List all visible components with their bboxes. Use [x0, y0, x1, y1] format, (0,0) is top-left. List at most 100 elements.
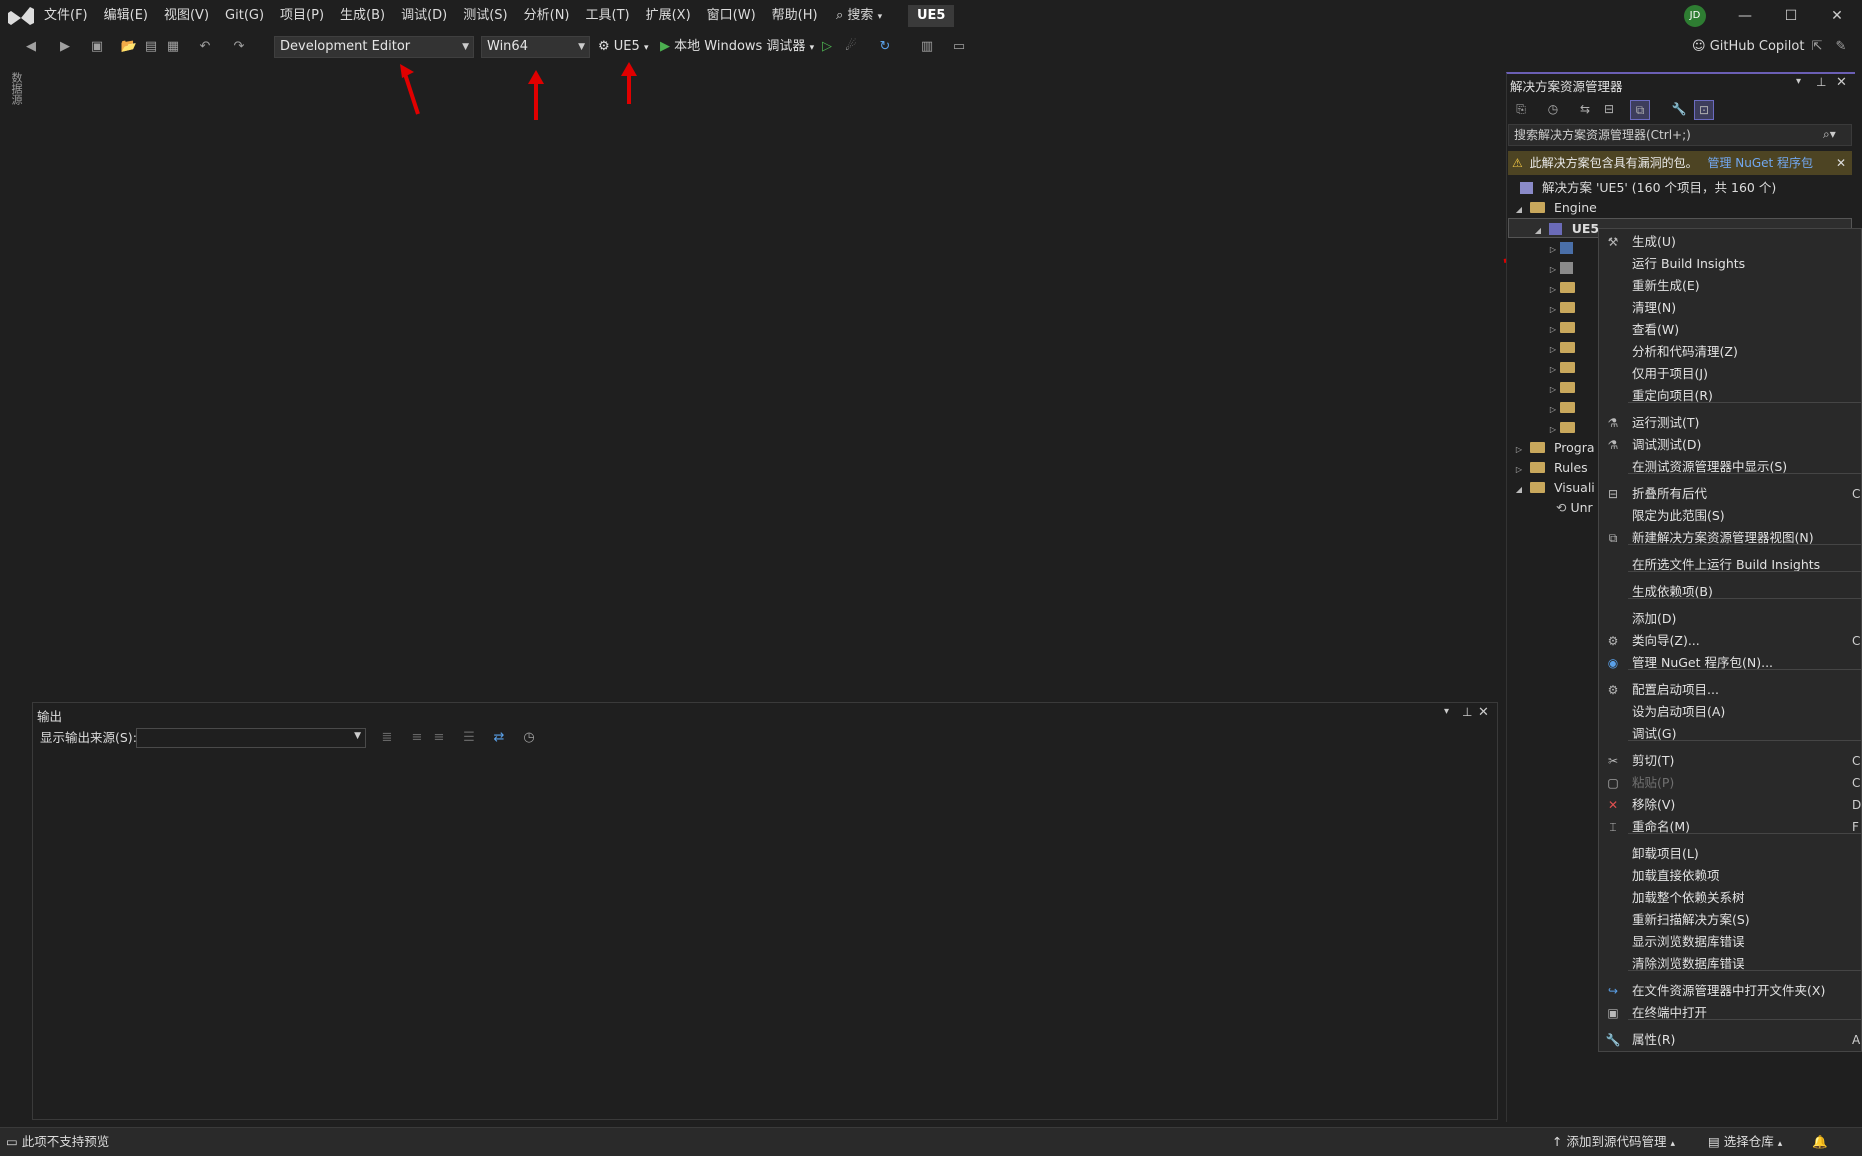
- collapsed-triangle-icon[interactable]: ▷: [1546, 380, 1560, 400]
- context-menu-item-23[interactable]: 粘贴(P): [1632, 773, 1674, 793]
- minimize-icon[interactable]: —: [1722, 0, 1768, 32]
- menu-tools[interactable]: 工具(T): [578, 0, 638, 32]
- context-menu-item-18[interactable]: 管理 NuGet 程序包(N)...: [1632, 653, 1773, 673]
- collapsed-triangle-icon[interactable]: ▷: [1546, 360, 1560, 380]
- context-menu-item-4[interactable]: 查看(W): [1632, 320, 1679, 340]
- context-menu-item-33[interactable]: 在终端中打开: [1632, 1003, 1707, 1023]
- tree-child-row[interactable]: ▷: [1546, 378, 1580, 398]
- platform-dropdown[interactable]: Win64 ▼: [481, 36, 590, 58]
- context-menu-item-26[interactable]: 卸载项目(L): [1632, 844, 1699, 864]
- tree-engine-folder[interactable]: ◢ Engine: [1512, 198, 1597, 218]
- context-menu-item-20[interactable]: 设为启动项目(A): [1632, 702, 1725, 722]
- context-menu-item-17[interactable]: 类向导(Z)...: [1632, 631, 1700, 651]
- close-icon[interactable]: ✕: [1836, 151, 1846, 175]
- prev-message-icon[interactable]: ≡: [408, 729, 426, 747]
- collapsed-triangle-icon[interactable]: ▷: [1546, 420, 1560, 440]
- properties-wrench-icon[interactable]: 🔧: [1670, 100, 1688, 118]
- next-message-icon[interactable]: ≡: [430, 729, 448, 747]
- expanded-triangle-icon[interactable]: ◢: [1512, 200, 1526, 220]
- context-menu-item-13[interactable]: 新建解决方案资源管理器视图(N): [1632, 528, 1814, 548]
- context-menu-item-32[interactable]: 在文件资源管理器中打开文件夹(X): [1632, 981, 1825, 1001]
- tree-child-row[interactable]: ▷: [1546, 278, 1580, 298]
- tree-child-row[interactable]: ▷: [1546, 298, 1580, 318]
- menu-test[interactable]: 测试(S): [455, 0, 515, 32]
- close-panel-icon[interactable]: ✕: [1836, 75, 1847, 90]
- clear-all-icon[interactable]: ☰: [460, 729, 478, 747]
- context-menu-item-9[interactable]: 调试测试(D): [1632, 435, 1701, 455]
- layout-icon[interactable]: ▭: [950, 38, 968, 56]
- collapse-all-icon[interactable]: ⊟: [1600, 100, 1618, 118]
- context-menu-item-14[interactable]: 在所选文件上运行 Build Insights: [1632, 555, 1820, 575]
- maximize-icon[interactable]: ☐: [1768, 0, 1814, 32]
- menu-window[interactable]: 窗口(W): [699, 0, 764, 32]
- solution-search-input[interactable]: 搜索解决方案资源管理器(Ctrl+;): [1508, 124, 1852, 146]
- menu-help[interactable]: 帮助(H): [764, 0, 826, 32]
- history-icon[interactable]: ◷: [1544, 100, 1562, 118]
- context-menu-item-5[interactable]: 分析和代码清理(Z): [1632, 342, 1738, 362]
- context-menu-item-22[interactable]: 剪切(T): [1632, 751, 1674, 771]
- add-source-control-button[interactable]: ↑ 添加到源代码管理 ▴: [1552, 1133, 1675, 1153]
- menu-extensions[interactable]: 扩展(X): [638, 0, 699, 32]
- browse-folder-icon[interactable]: ▥: [918, 38, 936, 56]
- context-menu-item-7[interactable]: 重定向项目(R): [1632, 386, 1713, 406]
- collapsed-triangle-icon[interactable]: ▷: [1546, 260, 1560, 280]
- context-menu-item-8[interactable]: 运行测试(T): [1632, 413, 1699, 433]
- collapsed-triangle-icon[interactable]: ▷: [1546, 340, 1560, 360]
- switch-views-icon[interactable]: ⎘: [1512, 100, 1530, 118]
- side-tab-data-sources[interactable]: 数据源: [8, 72, 24, 105]
- redo-icon[interactable]: ↷: [230, 38, 248, 56]
- menu-debug[interactable]: 调试(D): [393, 0, 455, 32]
- back-icon[interactable]: ◀: [22, 38, 40, 56]
- new-project-icon[interactable]: ▣: [88, 38, 106, 56]
- search-icon[interactable]: ⌕▾: [1823, 127, 1836, 142]
- context-menu-item-0[interactable]: 生成(U): [1632, 232, 1676, 252]
- collapsed-triangle-icon[interactable]: ▷: [1546, 280, 1560, 300]
- github-copilot-button[interactable]: ☺ GitHub Copilot: [1692, 36, 1804, 58]
- word-wrap-icon[interactable]: ⇄: [490, 729, 508, 747]
- expanded-triangle-icon[interactable]: ◢: [1531, 221, 1545, 241]
- tree-visualizers-folder[interactable]: ◢ Visuali: [1512, 478, 1595, 498]
- user-avatar[interactable]: JD: [1684, 5, 1706, 27]
- global-search-button[interactable]: ⌕ 搜索 ▾: [830, 5, 888, 27]
- context-menu-item-16[interactable]: 添加(D): [1632, 609, 1676, 629]
- collapsed-triangle-icon[interactable]: ▷: [1546, 320, 1560, 340]
- context-menu-item-1[interactable]: 运行 Build Insights: [1632, 254, 1745, 274]
- context-menu-item-24[interactable]: 移除(V): [1632, 795, 1675, 815]
- sync-icon[interactable]: ⇆: [1576, 100, 1594, 118]
- context-menu-item-28[interactable]: 加载整个依赖关系树: [1632, 888, 1745, 908]
- save-icon[interactable]: ▤: [142, 38, 160, 56]
- collapsed-triangle-icon[interactable]: ▷: [1512, 440, 1526, 460]
- start-debugging-button[interactable]: ▶ 本地 Windows 调试器 ▾: [660, 36, 814, 58]
- tree-child-row[interactable]: ▷: [1546, 258, 1578, 278]
- notifications-bell-icon[interactable]: 🔔: [1812, 1133, 1828, 1151]
- context-menu-item-30[interactable]: 显示浏览数据库错误: [1632, 932, 1745, 952]
- menu-build[interactable]: 生成(B): [332, 0, 393, 32]
- collapsed-triangle-icon[interactable]: ▷: [1546, 300, 1560, 320]
- show-all-files-icon[interactable]: ⧉: [1630, 100, 1650, 120]
- context-menu-item-34[interactable]: 属性(R): [1632, 1030, 1675, 1050]
- feedback-icon[interactable]: ✎: [1832, 38, 1850, 56]
- forward-icon[interactable]: ▶: [56, 38, 74, 56]
- output-source-dropdown[interactable]: ▼: [136, 728, 366, 748]
- context-menu-item-11[interactable]: 折叠所有后代: [1632, 484, 1707, 504]
- menu-git[interactable]: Git(G): [217, 0, 272, 32]
- visual-studio-logo-icon[interactable]: [8, 5, 34, 27]
- collapsed-triangle-icon[interactable]: ▷: [1546, 240, 1560, 260]
- tree-programs-folder[interactable]: ▷ Progra: [1512, 438, 1595, 458]
- save-all-icon[interactable]: ▦: [164, 38, 182, 56]
- configuration-dropdown[interactable]: Development Editor ▼: [274, 36, 474, 58]
- context-menu-item-10[interactable]: 在测试资源管理器中显示(S): [1632, 457, 1787, 477]
- panel-options-icon[interactable]: ▾: [1796, 76, 1801, 87]
- context-menu-item-27[interactable]: 加载直接依赖项: [1632, 866, 1720, 886]
- tree-child-row[interactable]: ▷: [1546, 398, 1580, 418]
- context-menu-item-15[interactable]: 生成依赖项(B): [1632, 582, 1713, 602]
- collapsed-triangle-icon[interactable]: ▷: [1546, 400, 1560, 420]
- tree-child-row[interactable]: ▷: [1546, 318, 1580, 338]
- tree-child-row[interactable]: ▷: [1546, 358, 1580, 378]
- context-menu-item-3[interactable]: 清理(N): [1632, 298, 1676, 318]
- context-menu-item-6[interactable]: 仅用于项目(J): [1632, 364, 1708, 384]
- close-window-icon[interactable]: ✕: [1814, 0, 1860, 32]
- start-without-debugging-icon[interactable]: ▷: [818, 38, 836, 56]
- preview-selected-icon[interactable]: ⊡: [1694, 100, 1714, 120]
- find-in-output-icon[interactable]: ≣: [378, 729, 396, 747]
